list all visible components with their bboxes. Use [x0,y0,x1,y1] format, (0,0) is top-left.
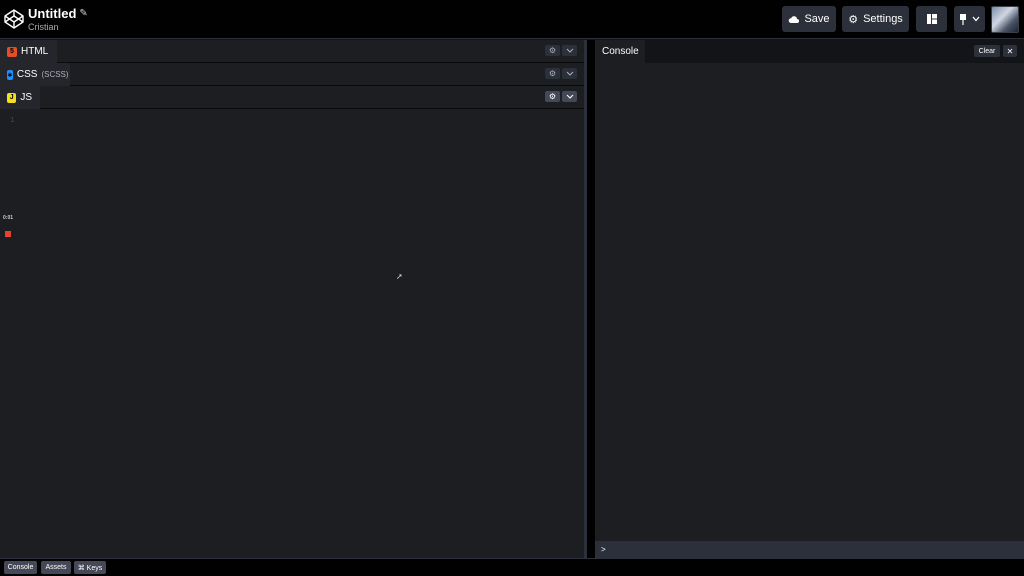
console-input[interactable]: > [595,541,1024,558]
settings-label: Settings [863,13,903,25]
footer-assets-button[interactable]: Assets [41,561,71,574]
codepen-logo-icon[interactable] [4,9,24,29]
js-editor-tab[interactable]: J JS [0,86,40,109]
bottom-bar: Console Assets ⌘ Keys [0,558,1024,576]
js-settings-gear-icon[interactable]: ⚙ [545,91,560,102]
pen-title-row[interactable]: Untitled ✎ [28,6,88,21]
line-number: 1 [10,116,15,124]
css-editor-tab[interactable]: ∗ CSS (SCSS) [0,63,70,86]
console-panel: Console Clear ✕ > [595,40,1024,558]
editors-panel: 5 HTML ⚙ ∗ CSS (SCSS) ⚙ J JS ⚙ 1 0:01 ➚ [0,40,584,558]
pen-title[interactable]: Untitled [28,6,76,21]
recording-timer: 0:01 [3,215,14,221]
console-prompt: > [601,545,606,554]
js-logo-icon: J [7,92,17,103]
pen-title-block: Untitled ✎ Cristian [28,6,88,32]
js-code-editor[interactable]: 1 0:01 ➚ [0,110,584,558]
record-stop-icon[interactable] [5,231,11,237]
html-tab-label: HTML [21,46,49,57]
css-logo-icon: ∗ [7,69,13,80]
css-editor-header: ∗ CSS (SCSS) ⚙ [0,63,584,86]
html-logo-icon: 5 [7,46,17,57]
user-avatar[interactable] [991,6,1019,33]
mouse-pointer-icon: ➚ [396,272,403,281]
console-tab[interactable]: Console [595,40,645,63]
css-preprocessor-label: (SCSS) [41,70,69,79]
pen-author[interactable]: Cristian [28,22,88,32]
close-console-button[interactable]: ✕ [1003,45,1017,57]
js-editor-header: J JS ⚙ [0,86,584,109]
js-collapse-chevron-icon[interactable] [562,91,577,102]
chevron-down-icon [972,16,980,22]
layout-icon [926,14,937,24]
top-bar: Untitled ✎ Cristian Save ⚙ Settings [0,0,1024,39]
html-editor-tab[interactable]: 5 HTML [0,40,57,63]
html-editor-header: 5 HTML ⚙ [0,40,584,63]
css-tab-label: CSS [16,69,38,80]
layout-button[interactable] [916,6,947,32]
gear-icon: ⚙ [848,13,859,26]
html-settings-gear-icon[interactable]: ⚙ [545,45,560,56]
js-tab-label: JS [20,92,32,103]
cloud-icon [789,16,800,23]
settings-button[interactable]: ⚙ Settings [842,6,909,32]
footer-keys-button[interactable]: ⌘ Keys [74,561,106,574]
clear-console-button[interactable]: Clear [974,45,1000,57]
edit-pencil-icon[interactable]: ✎ [79,8,87,19]
console-header: Console Clear ✕ [595,40,1024,63]
css-settings-gear-icon[interactable]: ⚙ [545,68,560,79]
html-collapse-chevron-icon[interactable] [562,45,577,56]
save-button[interactable]: Save [782,6,836,32]
css-collapse-chevron-icon[interactable] [562,68,577,79]
pin-menu-button[interactable] [954,6,985,32]
save-label: Save [804,13,830,25]
pin-icon [960,13,966,25]
footer-console-button[interactable]: Console [4,561,37,574]
pane-resize-handle[interactable] [584,40,587,558]
